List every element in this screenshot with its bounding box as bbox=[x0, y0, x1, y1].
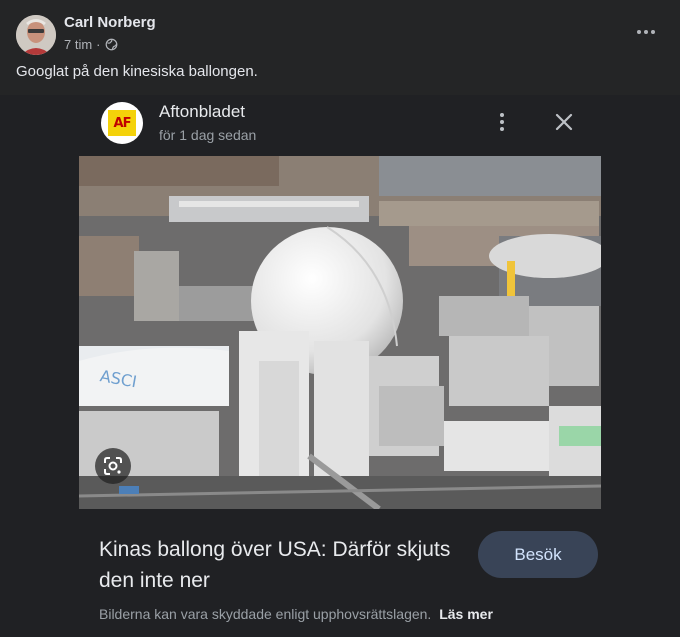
author-name[interactable]: Carl Norberg bbox=[64, 14, 156, 31]
card-options-button[interactable] bbox=[494, 110, 510, 134]
more-horizontal-icon bbox=[637, 30, 641, 34]
more-dot bbox=[651, 30, 655, 34]
post-text: Googlat på den kinesiska ballongen. bbox=[16, 63, 258, 80]
kebab-dot bbox=[500, 127, 504, 131]
post-time[interactable]: 7 tim bbox=[64, 37, 92, 52]
post-header: Carl Norberg 7 tim · Googlat på den kine… bbox=[0, 0, 680, 95]
copyright-text: Bilderna kan vara skyddade enligt upphov… bbox=[99, 606, 432, 622]
globe-icon bbox=[105, 38, 117, 51]
learn-more-link[interactable]: Läs mer bbox=[439, 606, 493, 622]
more-vertical-icon bbox=[500, 113, 504, 117]
google-lens-icon bbox=[104, 457, 122, 475]
post-meta: 7 tim · bbox=[64, 37, 118, 52]
aerial-city-image: ASCI bbox=[79, 156, 601, 509]
more-dot bbox=[644, 30, 648, 34]
kebab-dot bbox=[500, 120, 504, 124]
source-time: för 1 dag sedan bbox=[159, 127, 257, 143]
article-photo[interactable]: ASCI bbox=[79, 156, 601, 509]
avatar[interactable] bbox=[16, 15, 56, 55]
meta-separator: · bbox=[96, 37, 101, 52]
google-lens-button[interactable] bbox=[95, 448, 131, 484]
close-icon[interactable] bbox=[552, 110, 576, 134]
source-logo: AF bbox=[101, 102, 143, 144]
source-name: Aftonbladet bbox=[159, 102, 246, 121]
post-options-button[interactable] bbox=[632, 20, 660, 44]
source-logo-mark: AF bbox=[108, 110, 136, 136]
article-headline[interactable]: Kinas ballong över USA: Därför skjuts de… bbox=[99, 534, 459, 596]
visit-button[interactable]: Besök bbox=[478, 531, 598, 578]
avatar-image bbox=[16, 15, 56, 55]
copyright-notice: Bilderna kan vara skyddade enligt upphov… bbox=[99, 606, 493, 622]
